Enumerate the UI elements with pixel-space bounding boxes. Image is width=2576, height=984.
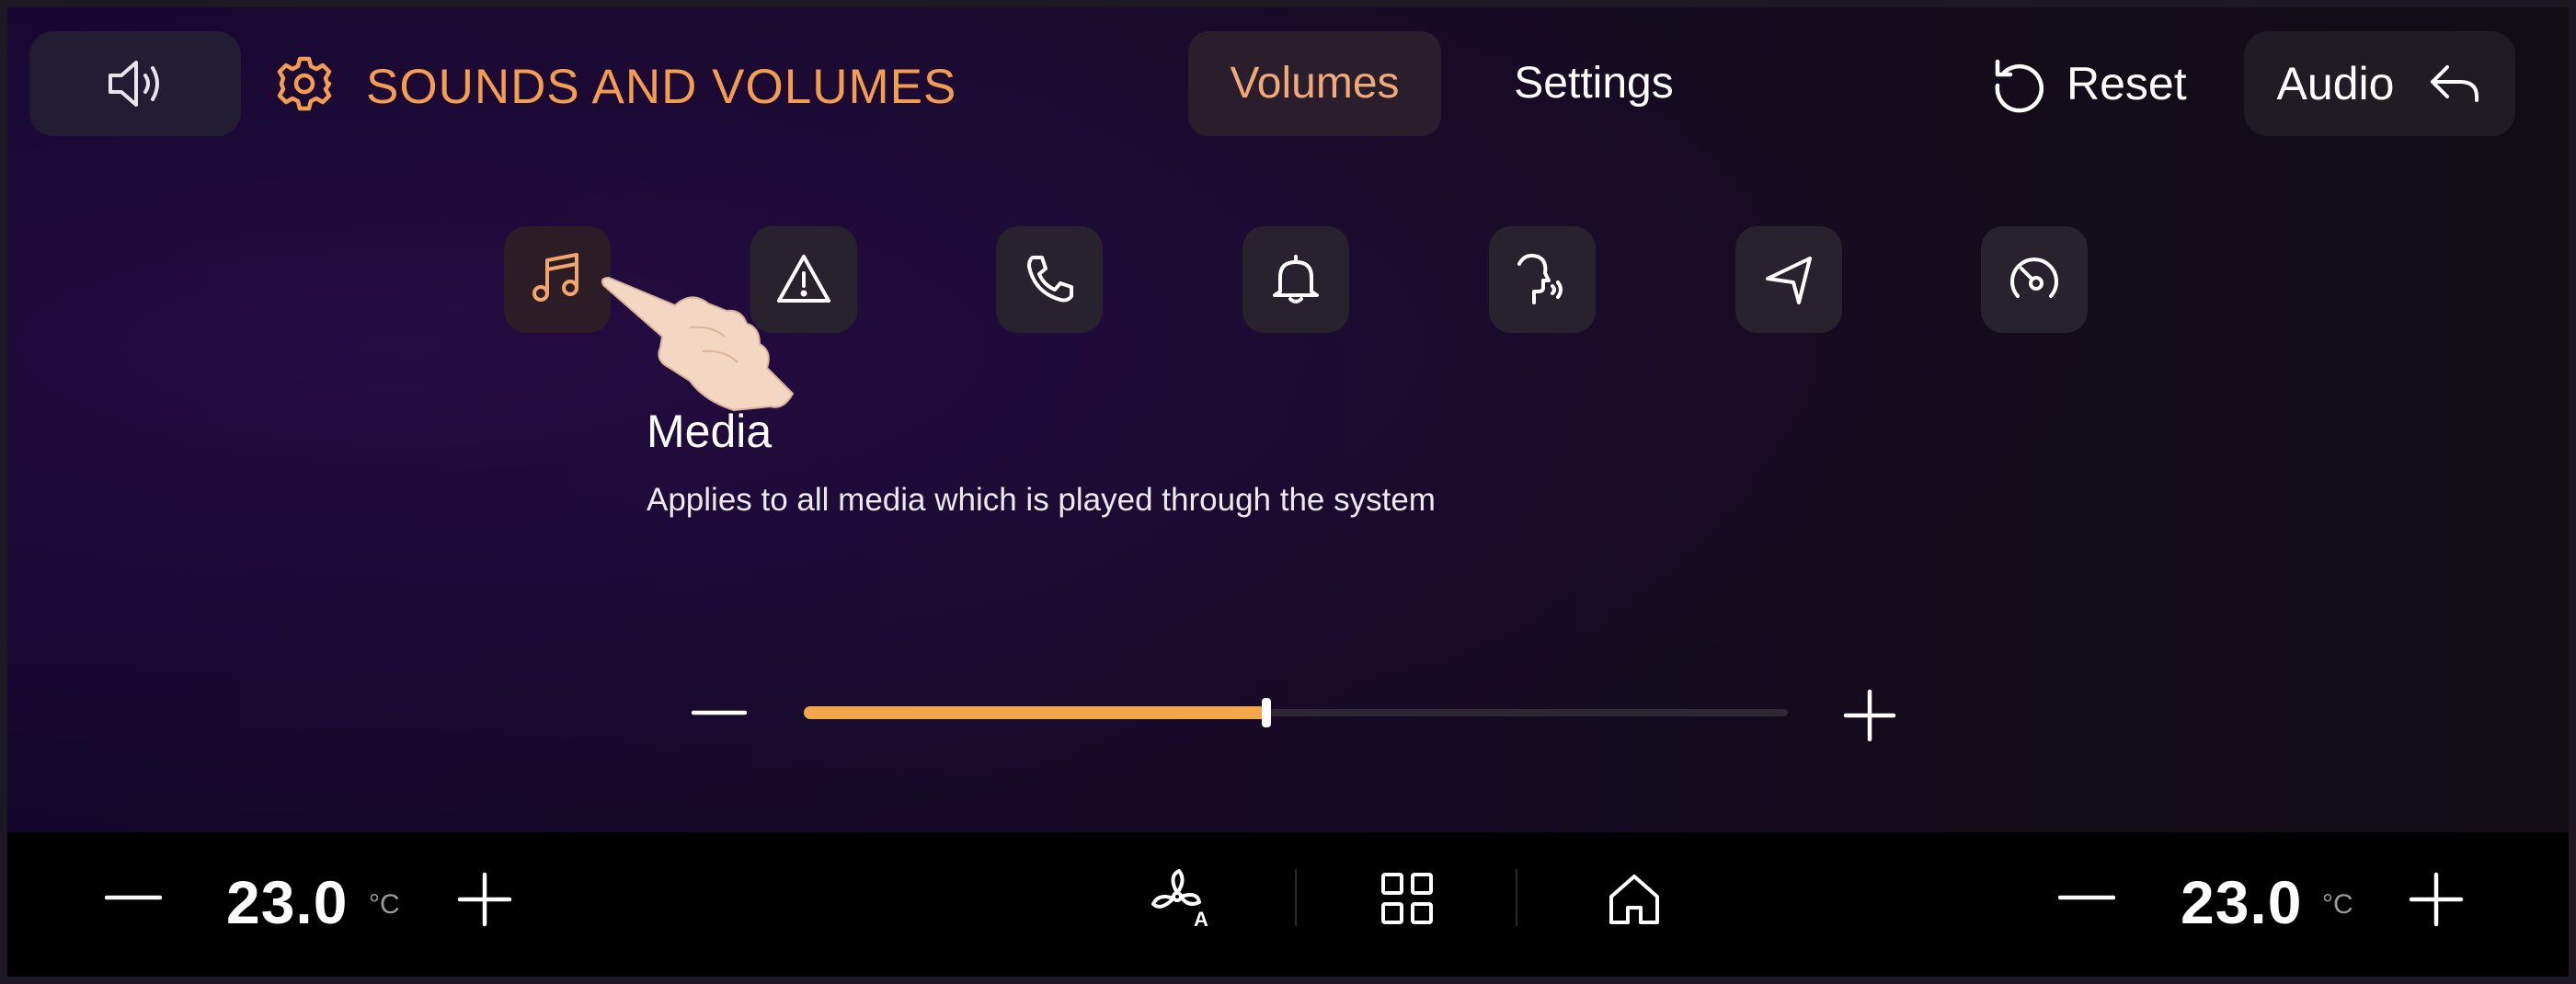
fan-auto-icon[interactable]: A [1148,867,1214,930]
category-notifications[interactable] [1242,226,1349,333]
divider [1295,869,1297,926]
category-description: Applies to all media which is played thr… [647,482,1436,518]
left-temperature-unit: °C [369,889,400,920]
right-temperature-unit: °C [2322,889,2353,920]
volume-minus-button[interactable] [692,697,747,728]
slider-fill [804,706,1266,719]
tab-settings[interactable]: Settings [1470,31,1718,136]
reset-icon [1995,59,2044,113]
category-phone[interactable] [996,226,1103,333]
apps-grid-icon[interactable] [1380,871,1435,926]
pointing-hand-icon [601,276,795,412]
audio-back-button[interactable]: Audio [2244,31,2515,136]
right-temperature-value: 23.0 [2181,868,2303,936]
voice-assistant-icon [1517,254,1563,304]
category-voice[interactable] [1489,226,1596,333]
page-title: SOUNDS AND VOLUMES [366,60,957,114]
left-temp-decrease-button[interactable] [105,882,162,913]
volume-slider[interactable] [804,698,1788,727]
right-temp-increase-button[interactable] [2408,871,2465,928]
svg-text:A: A [1194,908,1208,930]
music-note-icon [532,253,578,302]
audio-label: Audio [2276,58,2395,109]
phone-icon [1027,256,1073,303]
reset-button[interactable]: Reset [1989,31,2210,136]
tab-volumes[interactable]: Volumes [1188,31,1441,136]
speaker-icon [109,61,159,107]
right-temp-decrease-button[interactable] [2058,882,2115,913]
back-arrow-icon [2431,65,2479,102]
slider-handle[interactable] [1261,698,1271,727]
reset-label: Reset [2067,58,2187,109]
sounds-and-volumes-screen: SOUNDS AND VOLUMES Volumes Settings Rese… [0,0,2576,984]
category-navigation[interactable] [1735,226,1842,333]
category-media[interactable] [504,226,611,333]
category-vehicle[interactable] [1981,226,2088,333]
divider [1516,869,1517,926]
sound-button[interactable] [29,31,241,136]
bell-icon [1273,255,1319,303]
gear-icon [277,56,332,111]
volume-plus-button[interactable] [1842,688,1897,743]
left-temp-increase-button[interactable] [456,871,513,928]
category-title: Media [647,406,773,457]
left-temperature-value: 23.0 [226,868,349,936]
speedometer-icon [2010,257,2058,298]
bottom-bar: 23.0 °C A 23.0 °C [7,832,2569,977]
navigation-arrow-icon [1766,257,1812,304]
home-icon[interactable] [1606,871,1663,928]
